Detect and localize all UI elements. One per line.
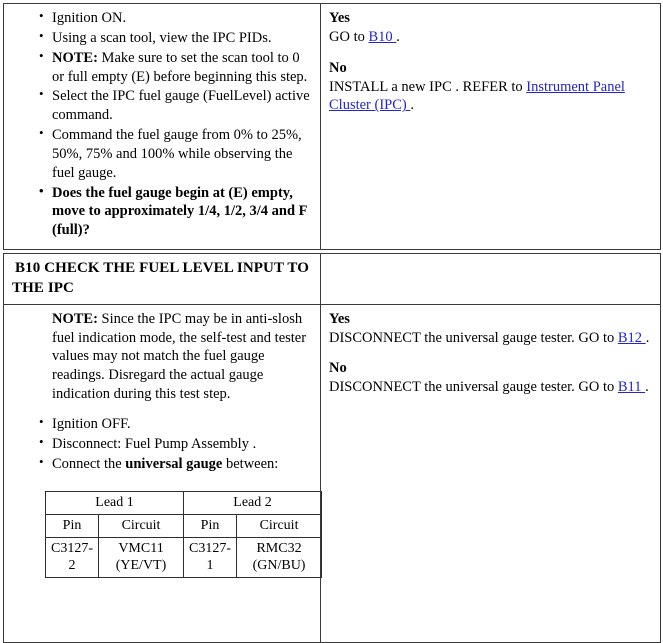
bullet-note-scan-tool-zero: NOTE: Make sure to set the scan tool to … [39, 48, 312, 87]
no-action-suffix: . [645, 379, 649, 396]
b10-procedure-body: NOTE: Since the IPC may be in anti-slosh… [4, 305, 323, 642]
lead-2-circuit-name: RMC32 [256, 540, 302, 556]
no-action-text: INSTALL a new IPC . REFER to [329, 78, 527, 95]
no-action-suffix: . [410, 97, 414, 114]
bullet-ignition-off: Ignition OFF. [39, 414, 312, 434]
previous-step-answer-cell: Yes GO to B10 . No INSTALL a new IPC . R… [320, 2, 661, 251]
lead-2-circuit-color: (GN/BU) [252, 558, 306, 574]
lead-1-circuit-name: VMC11 [118, 540, 164, 556]
b10-code: B10 [15, 260, 41, 277]
b10-title: CHECK THE FUEL LEVEL INPUT TO THE IPC [12, 260, 309, 296]
yes-label: Yes [329, 310, 350, 327]
bullet-scan-tool-pids: Using a scan tool, view the IPC PIDs. [39, 28, 312, 48]
lead-1-pin-value: C3127-2 [45, 536, 99, 578]
bullet-text: Using a scan tool, view the IPC PIDs. [52, 29, 272, 46]
lead-1-circuit-value: VMC11 (YE/VT) [97, 536, 185, 578]
yes-label: Yes [329, 10, 350, 26]
previous-step-bullet-list: Ignition ON. Using a scan tool, view the… [12, 8, 312, 241]
bullet-emphasis: universal gauge [125, 455, 223, 472]
yes-action: GO to B10 . [329, 28, 652, 47]
b10-test-table: B10 CHECK THE FUEL LEVEL INPUT TO THE IP… [3, 253, 661, 643]
link-b11[interactable]: B11 [618, 379, 645, 395]
lead-2-header: Lead 2 [183, 491, 323, 516]
no-action: DISCONNECT the universal gauge tester. G… [329, 378, 652, 397]
lead-1-pin-header: Pin [45, 514, 99, 538]
bullet-text: Ignition ON. [52, 10, 127, 26]
diagnostic-page: Ignition ON. Using a scan tool, view the… [3, 2, 661, 643]
bullet-text: Command the fuel gauge from 0% to 25%, 5… [52, 127, 302, 181]
link-b12[interactable]: B12 [618, 330, 646, 346]
previous-step-procedure-body: Ignition ON. Using a scan tool, view the… [4, 4, 320, 249]
bullet-disconnect-fuel-pump: Disconnect: Fuel Pump Assembly . [39, 434, 312, 454]
lead-1-header: Lead 1 [44, 491, 185, 516]
previous-step-procedure-cell: Ignition ON. Using a scan tool, view the… [3, 2, 321, 251]
pin-connection-table: Lead 1 Lead 2 Pin Circuit Pin Circuit C3… [44, 491, 323, 578]
b10-bullet-list: Ignition OFF. Disconnect: Fuel Pump Asse… [12, 414, 312, 474]
pin-table-lead-header-row: Lead 1 Lead 2 [44, 491, 323, 516]
b10-procedure-cell: NOTE: Since the IPC may be in anti-slosh… [3, 303, 323, 643]
bullet-text: Does the fuel gauge begin at (E) empty, … [52, 184, 307, 239]
yes-action: DISCONNECT the universal gauge tester. G… [329, 329, 652, 348]
no-action-text: DISCONNECT the universal gauge tester. G… [329, 379, 618, 396]
pin-table-subheader-row: Pin Circuit Pin Circuit [45, 514, 323, 538]
previous-step-row: Ignition ON. Using a scan tool, view the… [3, 2, 661, 251]
answer-spacer [329, 347, 652, 359]
bullet-text: Ignition OFF. [52, 415, 131, 432]
link-b10[interactable]: B10 [368, 29, 396, 45]
b10-note-paragraph: NOTE: Since the IPC may be in anti-slosh… [12, 310, 312, 404]
yes-action-text: GO to [329, 28, 369, 45]
yes-action-suffix: . [645, 329, 650, 346]
answer-spacer [329, 47, 652, 59]
bullet-text: Disconnect: Fuel Pump Assembly . [52, 435, 257, 452]
b10-answers: Yes DISCONNECT the universal gauge teste… [321, 305, 660, 405]
b10-header-row: B10 CHECK THE FUEL LEVEL INPUT TO THE IP… [3, 253, 661, 305]
bullet-connect-universal-gauge: Connect the universal gauge between: [39, 454, 312, 474]
lead-2-circuit-value: RMC32 (GN/BU) [236, 536, 323, 578]
bullet-text: Connect the [52, 455, 126, 472]
b10-body-row: NOTE: Since the IPC may be in anti-slosh… [3, 303, 661, 643]
yes-action-text: DISCONNECT the universal gauge tester. G… [329, 329, 618, 346]
bullet-select-fuel-gauge-command: Select the IPC fuel gauge (FuelLevel) ac… [39, 86, 312, 125]
lead-1-circuit-header: Circuit [97, 514, 185, 538]
bullet-command-fuel-gauge-sweep: Command the fuel gauge from 0% to 25%, 5… [39, 125, 312, 183]
bottom-spacer [12, 592, 312, 634]
previous-step-table: Ignition ON. Using a scan tool, view the… [3, 2, 661, 251]
note-prefix: NOTE: [52, 310, 98, 327]
lead-1-circuit-color: (YE/VT) [115, 558, 167, 574]
note-prefix: NOTE: [52, 49, 98, 66]
b10-header-cell: B10 CHECK THE FUEL LEVEL INPUT TO THE IP… [3, 253, 321, 305]
pin-table-data-row: C3127-2 VMC11 (YE/VT) C3127-1 RMC32 (GN/BU… [45, 536, 323, 578]
bullet-text-suffix: between: [222, 455, 279, 472]
b10-header-blank-cell [320, 253, 661, 305]
bullet-question-fuel-gauge-sweep: Does the fuel gauge begin at (E) empty, … [39, 183, 312, 241]
no-label: No [329, 59, 347, 76]
b10-section-heading: B10 CHECK THE FUEL LEVEL INPUT TO THE IP… [4, 254, 320, 304]
lead-2-pin-value: C3127-1 [183, 536, 238, 578]
bullet-ignition-on: Ignition ON. [39, 8, 312, 28]
note-bullet-spacer [12, 404, 312, 415]
bullet-text: Select the IPC fuel gauge (FuelLevel) ac… [52, 88, 310, 124]
previous-step-answers: Yes GO to B10 . No INSTALL a new IPC . R… [321, 4, 660, 123]
no-action: INSTALL a new IPC . REFER to Instrument … [329, 78, 652, 116]
b10-answer-cell: Yes DISCONNECT the universal gauge teste… [320, 303, 661, 643]
yes-action-suffix: . [396, 28, 400, 45]
lead-2-circuit-header: Circuit [236, 514, 323, 538]
lead-2-pin-header: Pin [183, 514, 238, 538]
no-label: No [329, 360, 347, 377]
